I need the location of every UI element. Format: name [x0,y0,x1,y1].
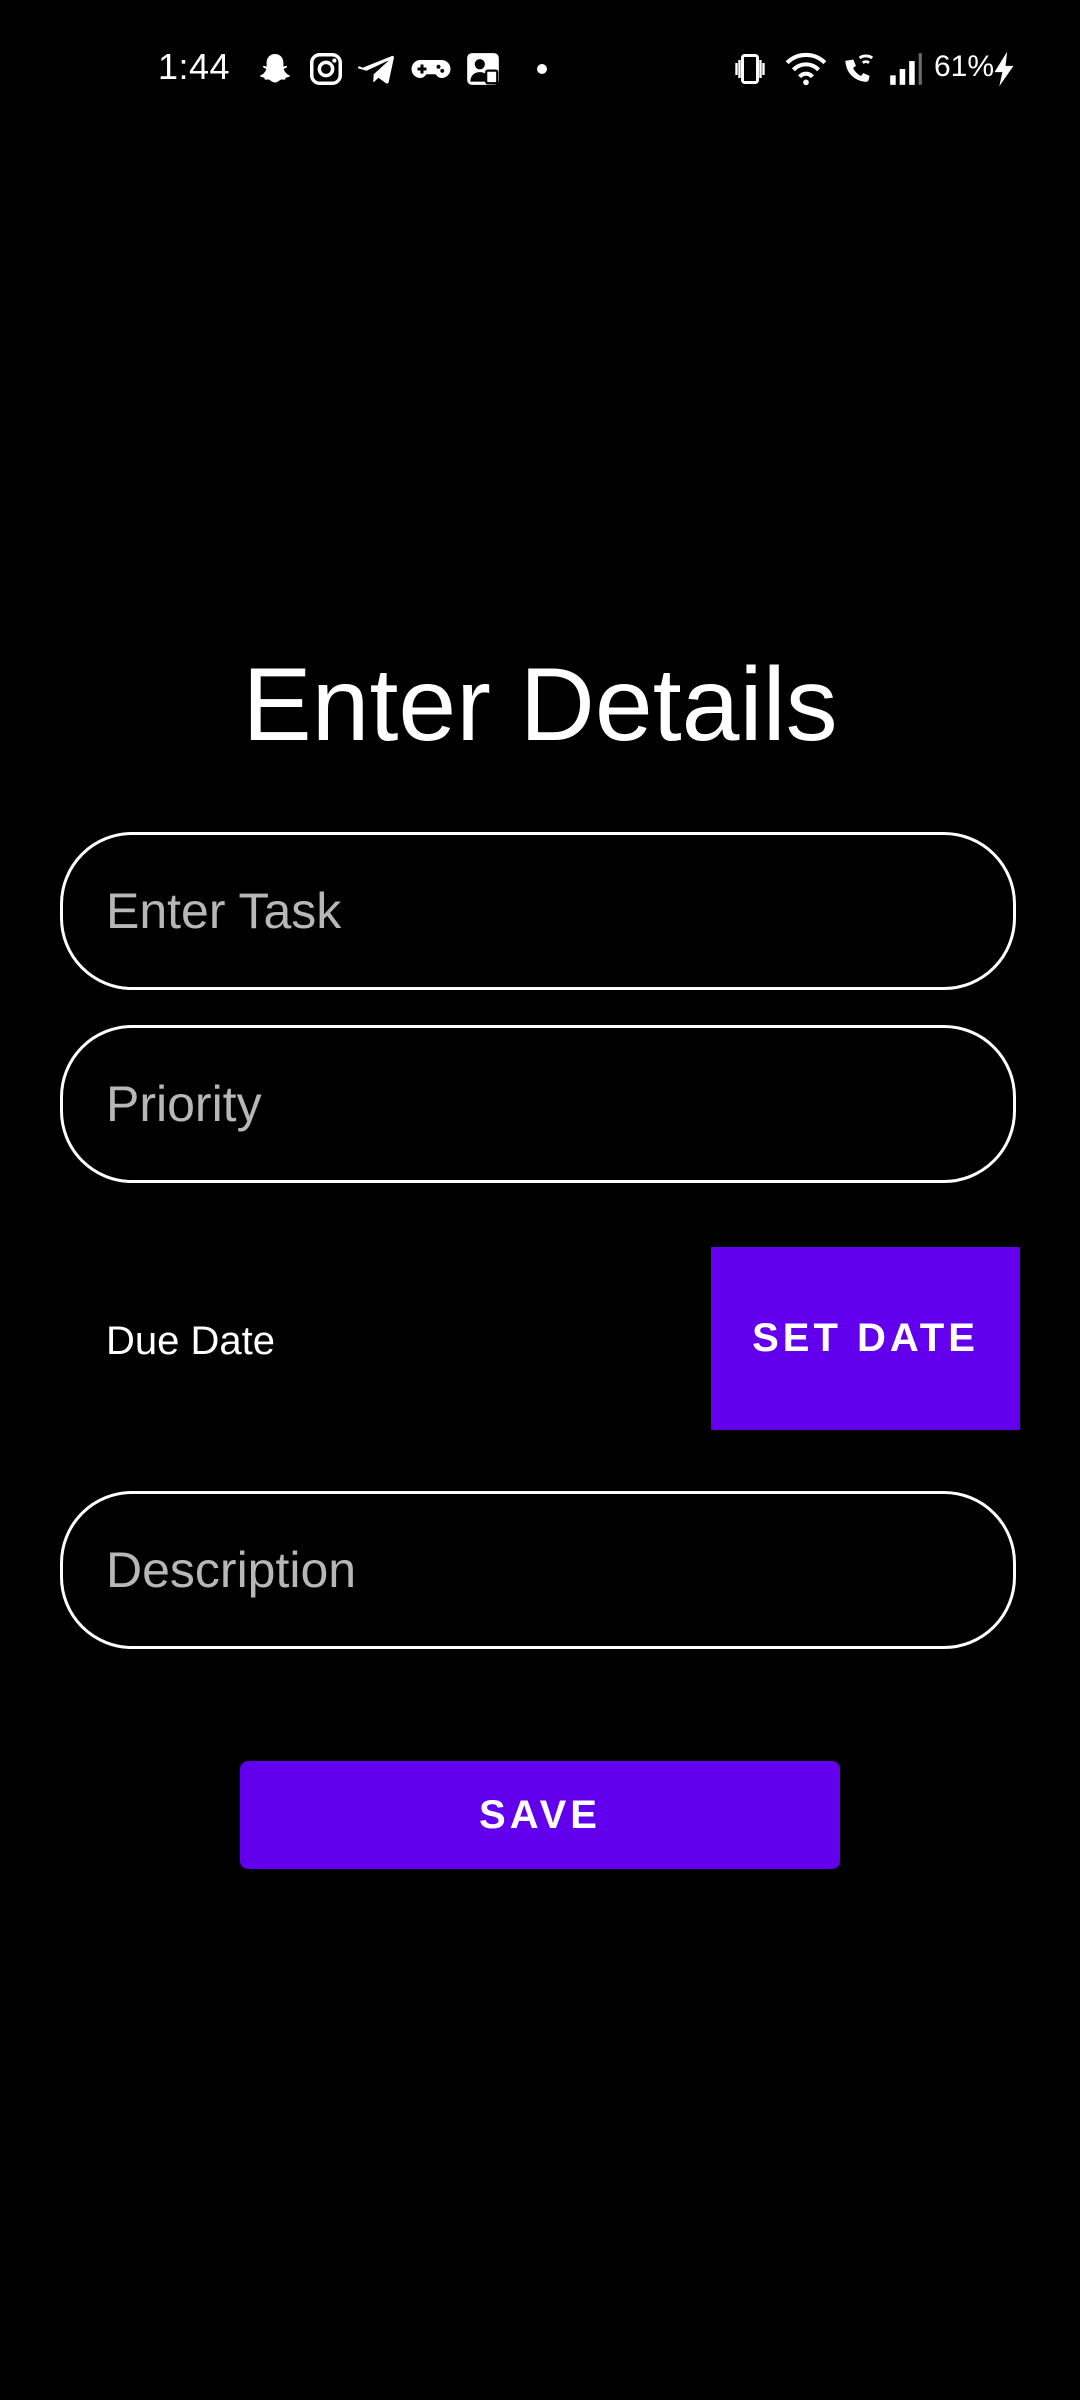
wifi-calling-icon [838,50,878,88]
vibrate-icon [732,50,768,88]
battery-percent: 61% [934,50,995,83]
priority-input[interactable] [60,1025,1016,1183]
signal-icon [886,50,926,88]
save-button[interactable]: SAVE [240,1761,840,1869]
instagram-icon [307,50,345,88]
due-date-label: Due Date [106,1319,275,1363]
status-time: 1:44 [158,46,231,87]
wifi-icon [784,50,828,88]
snapchat-icon [256,50,294,88]
dot-icon [530,50,554,88]
charging-icon [990,50,1018,88]
badge-app-icon [464,50,502,88]
page-title: Enter Details [242,647,838,763]
description-input[interactable] [60,1491,1016,1649]
gamepad-icon [410,50,452,88]
task-input[interactable] [60,832,1016,990]
status-bar: 1:44 61% [0,0,1080,140]
telegram-icon [358,50,396,88]
set-date-button[interactable]: SET DATE [711,1247,1020,1430]
